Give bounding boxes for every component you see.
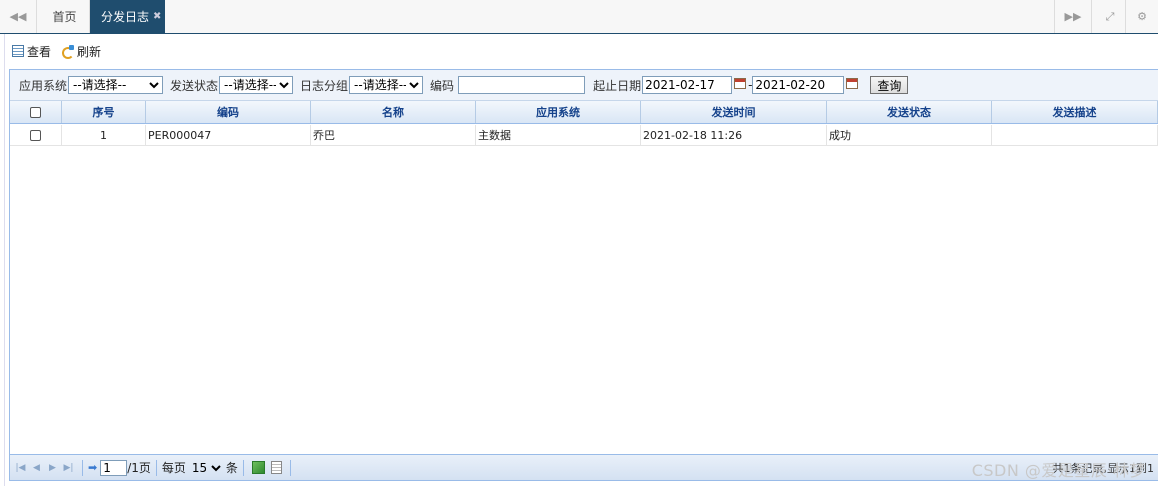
select-all-header <box>10 101 62 123</box>
pager-separator <box>155 459 157 476</box>
app-system-label: 应用系统 <box>19 78 68 93</box>
pager-separator <box>82 459 83 476</box>
col-header-code[interactable]: 编码 <box>146 101 311 123</box>
excel-export-icon[interactable] <box>251 461 265 474</box>
double-chevron-left-icon: ◀◀ <box>9 10 27 23</box>
col-header-app-system[interactable]: 应用系统 <box>476 101 641 123</box>
col-header-send-time[interactable]: 发送时间 <box>641 101 827 123</box>
refresh-icon <box>61 45 75 59</box>
row-select-cell <box>10 125 62 145</box>
table-header: 序号 编码 名称 应用系统 发送时间 发送状态 发送描述 <box>10 101 1158 124</box>
cell-name: 乔巴 <box>311 125 476 145</box>
total-pages-label: /1页 <box>127 461 151 475</box>
col-header-send-desc[interactable]: 发送描述 <box>992 101 1158 123</box>
calendar-icon[interactable] <box>734 77 747 89</box>
go-page-icon[interactable]: ➡ <box>88 461 97 474</box>
log-grid: 应用系统 --请选择-- 发送状态 --请选择-- 日志分组 --请选择-- 编… <box>9 69 1158 481</box>
end-date-input[interactable] <box>752 76 845 94</box>
cell-no: 1 <box>62 125 146 145</box>
cell-send-desc <box>992 125 1158 145</box>
filter-bar: 应用系统 --请选择-- 发送状态 --请选择-- 日志分组 --请选择-- 编… <box>10 70 1158 101</box>
per-page-select[interactable]: 15 <box>187 459 224 476</box>
scroll-tabs-left-button[interactable]: ◀◀ <box>0 0 37 33</box>
cell-send-time: 2021-02-18 11:26 <box>641 125 827 145</box>
list-icon <box>12 45 24 57</box>
page-number-input[interactable] <box>100 459 128 476</box>
query-button[interactable]: 查询 <box>870 76 909 94</box>
toolbar: 查看 刷新 <box>12 42 101 60</box>
pager-separator <box>289 459 291 476</box>
watermark: CSDN @爱是星辰·林梦 <box>971 461 1146 480</box>
calendar-icon[interactable] <box>846 77 859 89</box>
last-page-icon[interactable]: ▶| <box>61 461 76 475</box>
col-header-send-status[interactable]: 发送状态 <box>827 101 992 123</box>
close-icon[interactable]: ✖ <box>153 11 161 22</box>
prev-page-icon[interactable]: ◀ <box>29 461 44 475</box>
fullscreen-icon: ⤢ <box>1105 9 1115 23</box>
settings-button[interactable]: ⚙ <box>1125 0 1158 33</box>
gear-icon: ⚙ <box>1137 10 1147 23</box>
code-label: 编码 <box>430 78 455 93</box>
date-range-label: 起止日期 <box>593 78 642 93</box>
table-row[interactable]: 1 PER000047 乔巴 主数据 2021-02-18 11:26 成功 <box>10 125 1158 146</box>
start-date-input[interactable] <box>642 76 733 94</box>
cell-app-system: 主数据 <box>476 125 641 145</box>
left-border <box>4 34 5 486</box>
tab-distribution-log[interactable]: 分发日志 ✖ <box>90 0 165 33</box>
app-system-select[interactable]: --请选择-- <box>68 76 164 94</box>
send-status-label: 发送状态 <box>170 78 219 93</box>
col-header-no[interactable]: 序号 <box>62 101 146 123</box>
first-page-icon[interactable]: |◀ <box>13 461 28 475</box>
cell-code: PER000047 <box>146 125 311 145</box>
select-all-checkbox[interactable] <box>30 106 41 118</box>
view-button[interactable]: 查看 <box>12 43 51 60</box>
cell-send-status: 成功 <box>827 125 992 145</box>
tab-bar: ◀◀ 首页 分发日志 ✖ ▶▶ ⤢ ⚙ <box>0 0 1158 34</box>
per-page-label: 每页 <box>161 461 186 475</box>
per-page-unit: 条 <box>225 461 238 475</box>
next-page-icon[interactable]: ▶ <box>45 461 60 475</box>
tab-home[interactable]: 首页 <box>40 0 90 33</box>
log-group-label: 日志分组 <box>300 78 349 93</box>
pager-separator <box>242 459 244 476</box>
log-group-select[interactable]: --请选择-- <box>349 76 424 94</box>
row-checkbox[interactable] <box>30 129 41 141</box>
fullscreen-button[interactable]: ⤢ <box>1091 0 1128 33</box>
send-status-select[interactable]: --请选择-- <box>219 76 294 94</box>
scroll-tabs-right-button[interactable]: ▶▶ <box>1054 0 1091 33</box>
document-export-icon[interactable] <box>270 461 282 474</box>
col-header-name[interactable]: 名称 <box>311 101 476 123</box>
code-input[interactable] <box>458 76 586 94</box>
double-chevron-right-icon: ▶▶ <box>1064 10 1082 23</box>
refresh-button[interactable]: 刷新 <box>61 43 101 60</box>
